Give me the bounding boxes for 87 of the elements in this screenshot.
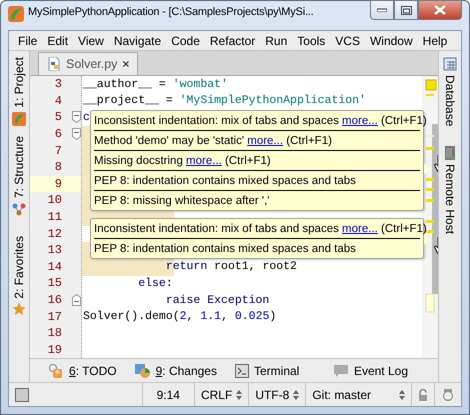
window-title: MySimplePythonApplication - [C:\SamplesProjects\py\MySi... bbox=[28, 6, 315, 18]
minimize-icon bbox=[377, 8, 387, 12]
app-logo-icon bbox=[8, 6, 24, 22]
changes-icon bbox=[134, 364, 151, 378]
lock-icon[interactable] bbox=[418, 388, 428, 400]
code-line: Solver().demo(2, 1.1, 0.025) bbox=[82, 310, 276, 324]
terminal-icon bbox=[234, 364, 249, 378]
menu-item[interactable]: Edit bbox=[42, 34, 74, 48]
line-number: 8 bbox=[54, 160, 62, 174]
up-down-arrow-icon bbox=[236, 390, 242, 400]
menu-item[interactable]: Tools bbox=[292, 34, 330, 48]
panel-toggle-icon bbox=[15, 388, 29, 402]
more-link[interactable]: more... bbox=[247, 134, 284, 146]
speech-bubble-icon bbox=[332, 364, 349, 378]
up-down-arrow-icon bbox=[399, 390, 405, 400]
vcs-branch-selector[interactable]: Git: master bbox=[312, 388, 371, 402]
line-number: 14 bbox=[46, 260, 62, 274]
menu-item[interactable]: VCS bbox=[330, 34, 365, 48]
star-icon bbox=[12, 302, 26, 316]
close-button[interactable] bbox=[418, 0, 462, 20]
problem-message: PEP 8: indentation contains mixed spaces and tabs bbox=[94, 242, 356, 254]
code-line: __project__ = 'MySimplePythonApplication' bbox=[82, 94, 366, 108]
line-number: 6 bbox=[54, 127, 62, 142]
problem-message: PEP 8: missing whitespace after ',' bbox=[94, 194, 270, 206]
line-number: 4 bbox=[54, 94, 62, 108]
line-number: 16 bbox=[46, 293, 62, 308]
line-number: 7 bbox=[54, 144, 62, 158]
inspector-face-icon[interactable] bbox=[441, 388, 455, 402]
line-separator-selector[interactable]: CRLF bbox=[200, 388, 232, 402]
server-icon bbox=[445, 146, 455, 160]
code-line: raise Exception bbox=[164, 294, 270, 307]
problem-message: Missing docstring more... (Ctrl+F1) bbox=[94, 154, 271, 166]
code-line: return root1, root2 bbox=[164, 260, 297, 274]
problem-message: PEP 8: indentation contains mixed spaces and tabs bbox=[94, 174, 356, 186]
menu-item[interactable]: Run bbox=[260, 34, 292, 48]
tool-window-button[interactable]: Terminal bbox=[234, 364, 300, 378]
menu-item[interactable]: View bbox=[73, 34, 109, 48]
line-number: 11 bbox=[46, 210, 62, 224]
line-number: 10 bbox=[46, 193, 62, 208]
line-number: 5 bbox=[54, 110, 62, 124]
line-number: 13 bbox=[46, 243, 62, 258]
tool-window-tab[interactable]: Database bbox=[443, 57, 457, 126]
fold-icon[interactable] bbox=[72, 294, 81, 306]
project-icon bbox=[12, 112, 26, 126]
editor-tab[interactable]: Solver.py × bbox=[38, 52, 138, 75]
restore-icon bbox=[400, 6, 412, 14]
minimize-button[interactable] bbox=[370, 0, 394, 20]
line-number: 19 bbox=[46, 342, 62, 357]
tool-window-tab[interactable]: 7: Structure bbox=[12, 136, 26, 216]
tool-window-tab[interactable]: 1: Project bbox=[12, 57, 26, 126]
menu-item[interactable]: Window bbox=[364, 34, 418, 48]
close-tab-button[interactable]: × bbox=[122, 57, 130, 71]
line-number: 18 bbox=[46, 326, 62, 340]
caret-position[interactable]: 9:14 bbox=[148, 388, 188, 402]
tool-window-tab[interactable]: Remote Host bbox=[443, 146, 457, 234]
maximize-button[interactable] bbox=[394, 0, 418, 20]
tool-window-tab[interactable]: 2: Favorites bbox=[12, 236, 26, 316]
more-link[interactable]: more... bbox=[186, 154, 222, 166]
line-number: 12 bbox=[46, 226, 62, 241]
encoding-selector[interactable]: UTF-8 bbox=[255, 388, 290, 402]
tool-window-button[interactable]: 6: TODO bbox=[48, 364, 117, 378]
python-file-icon bbox=[47, 57, 61, 71]
up-down-arrow-icon bbox=[293, 390, 300, 400]
fold-icon[interactable] bbox=[72, 111, 81, 124]
menu-item[interactable]: Navigate bbox=[108, 34, 166, 48]
structure-icon bbox=[12, 202, 26, 216]
database-icon bbox=[443, 57, 457, 71]
code-line: else: bbox=[137, 276, 173, 290]
menu-item[interactable]: Refactor bbox=[204, 34, 260, 48]
problem-message: Inconsistent indentation: mix of tabs and spaces more... (Ctrl+F1) bbox=[94, 222, 427, 234]
more-link[interactable]: more... bbox=[342, 222, 378, 234]
line-number: 15 bbox=[46, 276, 62, 290]
code-line: __author__ = 'wombat' bbox=[82, 78, 228, 91]
menu-item[interactable]: Help bbox=[418, 34, 452, 48]
menu-item[interactable]: File bbox=[13, 34, 42, 48]
todo-icon bbox=[48, 364, 64, 378]
fold-icon[interactable] bbox=[72, 128, 81, 140]
line-number: 17 bbox=[46, 310, 62, 324]
line-number: 3 bbox=[54, 77, 62, 92]
tool-window-button[interactable]: Event Log bbox=[332, 364, 408, 378]
menu-item[interactable]: Code bbox=[166, 34, 205, 48]
problem-message: Method 'demo' may be 'static' more... (Ctrl+F1) bbox=[94, 134, 332, 146]
close-icon bbox=[434, 5, 446, 15]
more-link[interactable]: more... bbox=[342, 114, 378, 126]
code-line: c bbox=[82, 110, 90, 124]
tool-window-button[interactable]: 9: Changes bbox=[134, 364, 217, 378]
problem-message: Inconsistent indentation: mix of tabs and spaces more... (Ctrl+F1) bbox=[94, 114, 427, 126]
